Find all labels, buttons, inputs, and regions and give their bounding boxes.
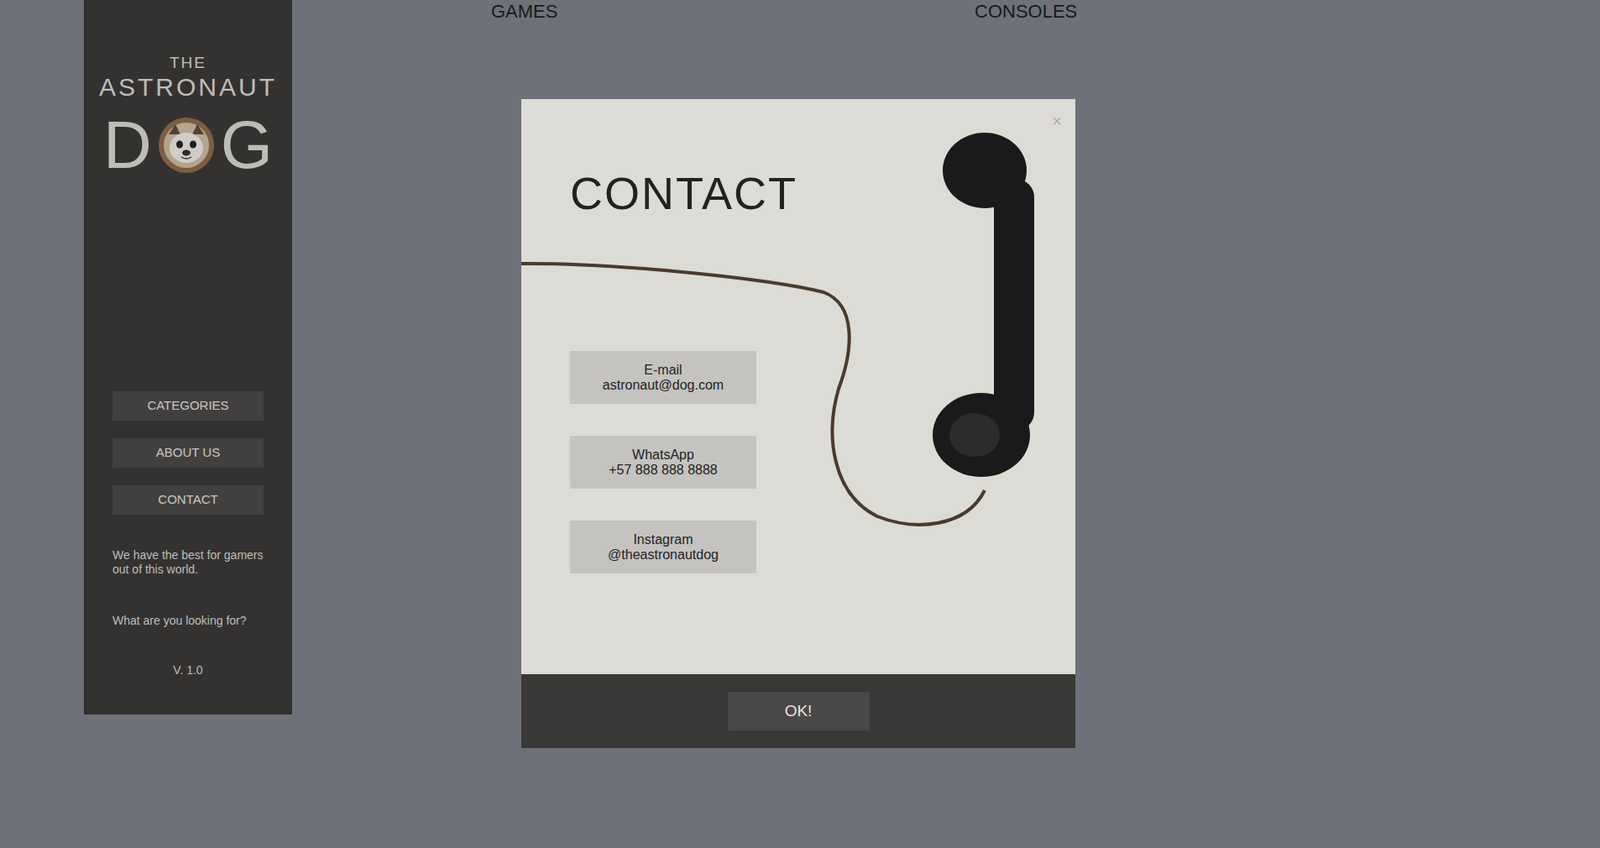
page: THEASTRONAUTDGCATEGORIESABOUT USCONTACTW… — [0, 0, 1600, 848]
contact-value: +57 888 888 8888 — [608, 462, 717, 478]
ok-button[interactable]: OK! — [727, 691, 870, 731]
dialog-footer: OK! — [521, 674, 1076, 748]
contact-label: E-mail — [643, 362, 682, 378]
contact-label: Instagram — [632, 532, 693, 548]
contact-value: astronaut@dog.com — [602, 377, 724, 393]
contact-item[interactable]: E-mailastronaut@dog.com — [569, 350, 757, 404]
contact-dialog: × CONTACT E-mailastronaut@dog.com WhatsApp+… — [521, 99, 1076, 748]
contact-item[interactable]: Instagram@theastronautdog — [569, 520, 757, 574]
dialog-body: × CONTACT E-mailastronaut@dog.com WhatsApp+… — [521, 99, 1076, 675]
dialog-title: CONTACT — [569, 169, 1076, 217]
contact-item[interactable]: WhatsApp+57 888 888 8888 — [569, 435, 757, 489]
close-button[interactable]: × — [1051, 110, 1062, 131]
contact-label: WhatsApp — [632, 447, 695, 463]
contact-list: E-mailastronaut@dog.com WhatsApp+57 888 8… — [569, 350, 1076, 574]
contact-value: @theastronautdog — [607, 547, 719, 563]
